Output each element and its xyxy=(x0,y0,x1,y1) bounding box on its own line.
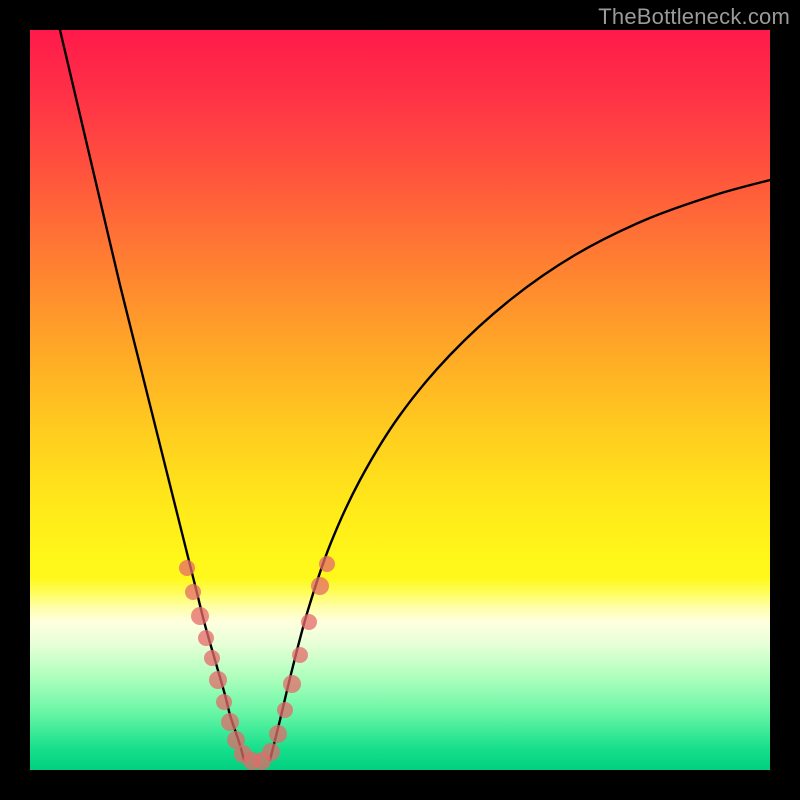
threshold-dot xyxy=(301,614,317,630)
threshold-dot xyxy=(283,675,301,693)
threshold-dot xyxy=(262,743,280,761)
chart-svg xyxy=(30,30,770,770)
threshold-dot xyxy=(179,560,195,576)
threshold-dot xyxy=(319,556,335,572)
threshold-dot xyxy=(269,725,287,743)
curve-left-branch xyxy=(60,30,244,760)
threshold-dot xyxy=(253,752,271,770)
threshold-dot xyxy=(277,702,293,718)
threshold-dot xyxy=(292,647,308,663)
threshold-dots-group xyxy=(179,556,335,770)
threshold-dot xyxy=(311,577,329,595)
threshold-dot xyxy=(216,694,232,710)
threshold-dot xyxy=(204,650,220,666)
threshold-dot xyxy=(221,713,239,731)
threshold-dot xyxy=(234,745,252,763)
curve-right-branch xyxy=(270,180,770,760)
threshold-dot xyxy=(227,731,245,749)
chart-container: TheBottleneck.com xyxy=(0,0,800,800)
watermark-text: TheBottleneck.com xyxy=(598,4,790,30)
plot-area xyxy=(30,30,770,770)
threshold-dot xyxy=(185,584,201,600)
threshold-dot xyxy=(243,752,261,770)
threshold-dot xyxy=(191,607,209,625)
threshold-dot xyxy=(198,630,214,646)
threshold-dot xyxy=(209,671,227,689)
